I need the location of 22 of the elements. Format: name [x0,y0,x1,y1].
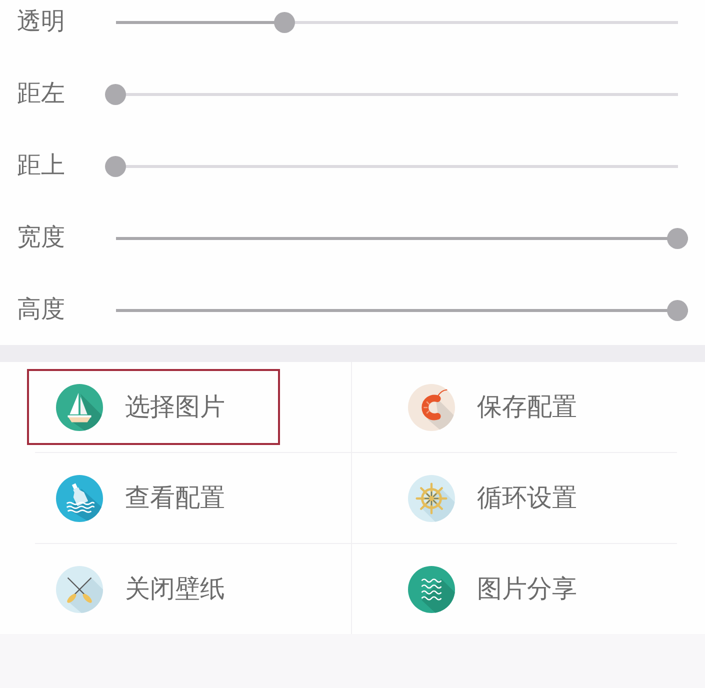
menu-item[interactable]: 图片分享 [379,551,632,627]
slider-thumb[interactable] [105,156,126,176]
slider-label: 距左 [17,79,66,109]
bottle-icon [56,474,103,522]
slider-thumb[interactable] [274,12,295,32]
crossed-oars-icon [56,566,103,612]
slider-thumb[interactable] [105,84,126,104]
slider-label: 宽度 [17,223,66,253]
slider-label: 距上 [17,151,66,181]
menu-item[interactable]: 关闭壁纸 [27,551,280,627]
menu-item[interactable]: 保存配置 [379,369,632,445]
shrimp-icon [408,384,455,430]
waves-icon [408,566,455,612]
ship-wheel-icon [408,474,455,522]
slider-thumb[interactable] [667,300,688,320]
slider-label: 透明 [17,7,66,37]
slider-thumb[interactable] [667,228,688,248]
menu-item[interactable]: 循环设置 [379,460,632,536]
slider-label: 高度 [17,295,66,325]
sailboat-icon [56,384,103,430]
menu-item[interactable]: 选择图片 [27,369,280,445]
menu-item[interactable]: 查看配置 [27,460,280,536]
